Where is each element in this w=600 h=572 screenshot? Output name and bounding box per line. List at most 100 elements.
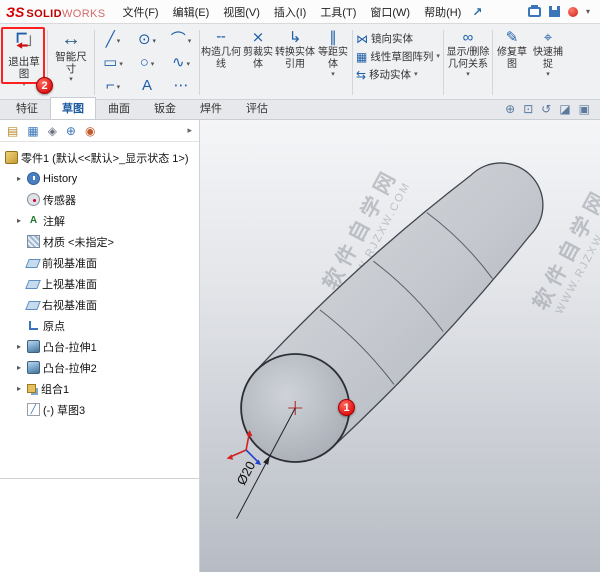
offset-entities-button[interactable]: ∥ 等距实体 ▾ — [315, 26, 351, 99]
menu-file[interactable]: 文件(F) — [116, 1, 166, 23]
text-tool-button[interactable]: A — [130, 74, 164, 97]
feature-tree: 零件1 (默认<<默认>_显示状态 1>) ▸ History 传感器 ▸ 注解 — [0, 142, 199, 420]
tab-sketch[interactable]: 草图 — [50, 97, 96, 119]
model-body[interactable] — [240, 162, 544, 463]
chevron-down-icon[interactable]: ▾ — [436, 53, 440, 60]
chevron-down-icon[interactable]: ▾ — [586, 7, 590, 16]
tree-item-label: 组合1 — [41, 383, 70, 396]
expand-arrow-icon[interactable]: ▸ — [14, 174, 24, 183]
annotations-icon — [27, 214, 40, 227]
callout-2-badge: 2 — [36, 77, 53, 94]
tree-item-label: 原点 — [43, 320, 65, 333]
menu-view[interactable]: 视图(V) — [216, 1, 267, 23]
quick-snaps-button[interactable]: ⌖ 快速捕捉 ▾ — [530, 26, 566, 99]
tree-item-part-root[interactable]: 零件1 (默认<<默认>_显示状态 1>) — [0, 147, 199, 168]
display-delete-relations-button[interactable]: ∞ 显示/删除几何关系 ▾ — [445, 26, 491, 99]
menu-help[interactable]: 帮助(H) — [417, 1, 468, 23]
tab-weldments[interactable]: 焊件 — [188, 97, 234, 119]
more-tools-button[interactable]: ⋯ — [164, 74, 198, 97]
tab-evaluate[interactable]: 评估 — [234, 97, 280, 119]
mirror-entities-button[interactable]: ⋈ 镜向实体 — [356, 31, 440, 46]
tree-item-boss-extrude1[interactable]: ▸ 凸台-拉伸1 — [0, 336, 199, 357]
menu-insert[interactable]: 插入(I) — [267, 1, 313, 23]
ellipse-tool-button[interactable]: ○ ▾ — [130, 51, 164, 74]
chevron-down-icon[interactable]: ▾ — [153, 38, 157, 45]
tree-item-sketch3[interactable]: (-) 草图3 — [0, 399, 199, 420]
construction-geometry-button[interactable]: ╌ 构造几何线 — [201, 26, 241, 99]
rectangle-tool-button[interactable]: ▭ ▾ — [96, 51, 130, 74]
smart-dimension-button[interactable]: ↔ 智能尺寸 ▾ — [49, 26, 93, 99]
linear-sketch-pattern-button[interactable]: ▦ 线性草图阵列 ▾ — [356, 49, 440, 64]
line-tool-button[interactable]: ╱ ▾ — [96, 28, 130, 51]
fillet-tool-button[interactable]: ⌐ ▾ — [96, 74, 130, 97]
arc-tool-button[interactable]: ⌒ ▾ — [164, 28, 198, 51]
expand-arrow-icon[interactable]: ▸ — [14, 363, 24, 372]
chevron-down-icon[interactable]: ▾ — [117, 38, 121, 45]
chevron-down-icon[interactable]: ▾ — [187, 61, 191, 68]
offset-entities-icon: ∥ — [329, 29, 337, 46]
featuremanager-tab[interactable]: ▤ — [7, 124, 18, 138]
chevron-down-icon[interactable]: ▾ — [546, 71, 550, 78]
menu-edit[interactable]: 编辑(E) — [166, 1, 217, 23]
save-icon[interactable] — [548, 6, 560, 17]
zoom-fit-icon[interactable]: ⊡ — [523, 102, 533, 116]
trim-entities-button[interactable]: ⨯ 剪裁实体 — [241, 26, 275, 99]
chevron-down-icon[interactable]: ▾ — [151, 61, 155, 68]
chevron-down-icon[interactable]: ▾ — [119, 61, 123, 68]
configurationmanager-tab[interactable]: ◈ — [48, 124, 57, 138]
panel-splitter[interactable] — [0, 478, 199, 484]
solidworks-logo: ЗS SOLID WORKS — [6, 4, 106, 20]
chevron-down-icon[interactable]: ▾ — [22, 81, 26, 88]
dimxpert-tab[interactable]: ⊕ — [66, 124, 76, 138]
tree-item-label: 注解 — [43, 215, 65, 228]
tree-item-right-plane[interactable]: 右视基准面 — [0, 294, 199, 315]
convert-entities-button[interactable]: ↳ 转换实体引用 — [275, 26, 315, 99]
pattern-tools-group: ⋈ 镜向实体 ▦ 线性草图阵列 ▾ ⇆ 移动实体 ▾ — [354, 26, 442, 99]
chevron-down-icon[interactable]: ▾ — [188, 38, 192, 45]
chevron-down-icon[interactable]: ▾ — [117, 84, 121, 91]
commandmanager-tabbar: 特征 草图 曲面 钣金 焊件 评估 ⊕ ⊡ ↺ ◪ ▣ — [0, 97, 600, 120]
menubar-flyout-arrow-icon[interactable]: ↗ — [472, 5, 482, 19]
propertymanager-tab[interactable]: ▦ — [27, 124, 38, 138]
convert-entities-label: 转换实体引用 — [275, 47, 315, 70]
tree-item-sensors[interactable]: 传感器 — [0, 189, 199, 210]
line-icon: ╱ — [105, 31, 115, 48]
expand-arrow-icon[interactable]: ▸ — [14, 216, 24, 225]
tree-item-combine1[interactable]: ▸ 组合1 — [0, 378, 199, 399]
tree-item-front-plane[interactable]: 前视基准面 — [0, 252, 199, 273]
displaymanager-tab[interactable]: ◉ — [85, 124, 95, 138]
expand-arrow-icon[interactable]: ▸ — [14, 342, 24, 351]
tree-item-top-plane[interactable]: 上视基准面 — [0, 273, 199, 294]
tab-sheet-metal[interactable]: 钣金 — [142, 97, 188, 119]
tab-surfaces[interactable]: 曲面 — [96, 97, 142, 119]
chevron-down-icon[interactable]: ▾ — [331, 71, 335, 78]
menu-tools[interactable]: 工具(T) — [313, 1, 363, 23]
boss-extrude-icon — [27, 361, 40, 374]
tree-item-boss-extrude2[interactable]: ▸ 凸台-拉伸2 — [0, 357, 199, 378]
zoom-area-icon[interactable]: ⊕ — [505, 102, 515, 116]
chevron-down-icon[interactable]: ▾ — [466, 71, 470, 78]
tree-item-history[interactable]: ▸ History — [0, 168, 199, 189]
panel-expand-icon[interactable]: ▸ — [187, 125, 192, 136]
chevron-down-icon[interactable]: ▾ — [414, 71, 418, 78]
tab-features[interactable]: 特征 — [4, 97, 50, 119]
print-icon[interactable] — [527, 4, 541, 17]
rotate-view-icon[interactable]: ↺ — [541, 102, 551, 116]
tree-item-annotations[interactable]: ▸ 注解 — [0, 210, 199, 231]
chevron-down-icon[interactable]: ▾ — [69, 76, 73, 83]
menu-window[interactable]: 窗口(W) — [363, 1, 417, 23]
section-view-icon[interactable]: ◪ — [559, 102, 570, 116]
tree-item-origin[interactable]: 原点 — [0, 315, 199, 336]
repair-sketch-button[interactable]: ✎ 修复草图 — [494, 26, 530, 99]
move-entities-button[interactable]: ⇆ 移动实体 ▾ — [356, 67, 440, 82]
spline-tool-button[interactable]: ∿ ▾ — [164, 51, 198, 74]
menubar-quick-icons: ▾ — [527, 4, 594, 17]
tree-item-material[interactable]: 材质 <未指定> — [0, 231, 199, 252]
expand-arrow-icon[interactable]: ▸ — [14, 384, 24, 393]
model-3d[interactable]: Ø20 — [200, 120, 600, 572]
view-orientation-icon[interactable]: ▣ — [579, 102, 590, 116]
graphics-area[interactable]: 软件自学网 WWW.RJZXW.COM 软件自学网 WWW.RJZXW.COM — [200, 120, 600, 572]
resources-icon[interactable] — [567, 6, 578, 17]
dimension-text[interactable]: Ø20 — [234, 459, 259, 488]
circle-tool-button[interactable]: ⊙ ▾ — [130, 28, 164, 51]
